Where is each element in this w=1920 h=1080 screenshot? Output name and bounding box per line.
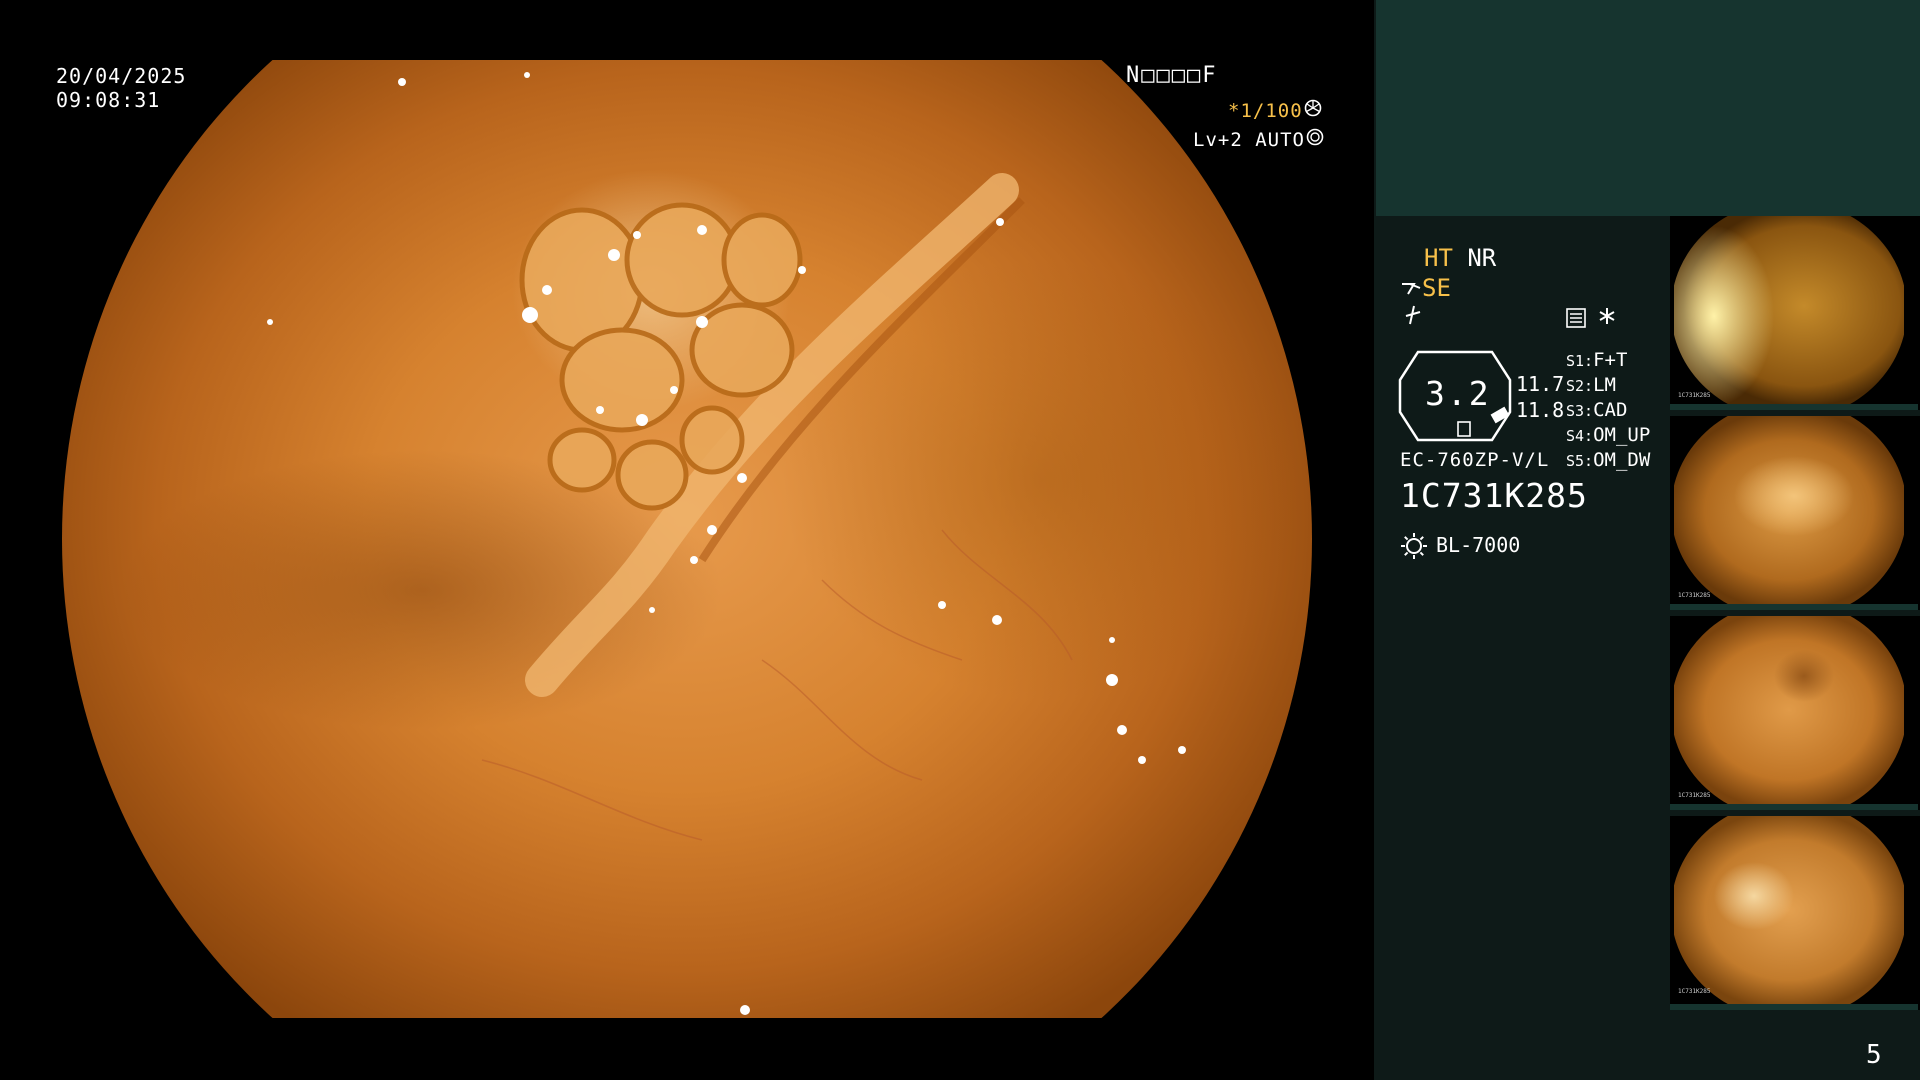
thumbnail-bar (1670, 804, 1918, 810)
gauge-number-1: 11.7 (1516, 372, 1565, 396)
gauge-value: 3.2 (1425, 374, 1491, 413)
setting-value: F+T (1593, 349, 1628, 371)
patient-code: N□□□□F (1126, 63, 1218, 88)
page-number: 5 (1866, 1040, 1882, 1070)
time-text: 09:08:31 (56, 88, 161, 112)
setting-value: OM_DW (1593, 449, 1651, 471)
star-icon (1598, 306, 1616, 331)
info-header-box (1376, 0, 1920, 216)
thumbnail-code: 1C731K285 (1678, 792, 1711, 799)
light-source-label: BL-7000 (1436, 533, 1521, 557)
gauge-number-2: 11.8 (1516, 398, 1565, 422)
thumbnail-image (1674, 216, 1904, 404)
capture-thumbnail-1[interactable]: 1C731K285 (1670, 216, 1920, 410)
cut-icon (1402, 283, 1421, 295)
setting-s1: S1:F+T (1566, 349, 1627, 371)
se-label: SE (1422, 274, 1451, 302)
thumbnail-image (1674, 816, 1904, 1004)
thumbnail-bar (1670, 404, 1918, 410)
thumbnail-bar (1670, 604, 1918, 610)
zoom-readout: *1/100 (1228, 99, 1323, 123)
serial-number: 1C731K285 (1400, 476, 1588, 515)
capture-thumbnail-3[interactable]: 1C731K285 (1670, 616, 1920, 810)
capture-thumbnail-2[interactable]: 1C731K285 (1670, 416, 1920, 610)
ht-label: HT (1424, 244, 1453, 272)
ht-nr-line: HT NR (1424, 244, 1496, 272)
endoscope-main-view: 20/04/2025 09:08:31 N□□□□F *1/100 Lv+2 A… (0, 0, 1374, 1080)
capture-thumbnail-4[interactable]: 1C731K285 (1670, 816, 1920, 1010)
nr-label: NR (1467, 244, 1497, 272)
setting-key: S3: (1566, 402, 1594, 420)
thumbnail-code: 1C731K285 (1678, 592, 1711, 599)
setting-key: S2: (1566, 377, 1594, 395)
zoom-text: *1/100 (1228, 100, 1303, 122)
setting-key: S1: (1566, 352, 1594, 370)
setting-value: CAD (1593, 399, 1628, 421)
shutter-icon (1304, 99, 1321, 117)
setting-key: S4: (1566, 427, 1594, 445)
setting-value: LM (1593, 374, 1616, 396)
setting-key: S5: (1566, 452, 1594, 470)
endoscopic-image-detail (267, 72, 1186, 1015)
thumbnail-code: 1C731K285 (1678, 988, 1711, 995)
bolt-icon (1405, 305, 1421, 325)
thumbnail-image (1674, 416, 1904, 604)
bolt-line (1402, 304, 1424, 332)
setting-s2: S2:LM (1566, 374, 1616, 396)
level-text: Lv+2 (1193, 129, 1243, 151)
mode-text: AUTO (1255, 129, 1305, 151)
setting-s4: S4:OM_UP (1566, 424, 1650, 446)
memory-icon (1566, 308, 1586, 333)
thumbnail-bar (1670, 1004, 1918, 1010)
date-text: 20/04/2025 (56, 64, 187, 88)
thumbnail-code: 1C731K285 (1678, 392, 1711, 399)
datetime-readout: 20/04/2025 09:08:31 (56, 64, 186, 112)
setting-s5: S5:OM_DW (1566, 449, 1650, 471)
setting-s3: S3:CAD (1566, 399, 1627, 421)
endoscopic-image (62, 60, 1312, 1018)
thumbnail-image (1674, 616, 1904, 804)
se-line: SE (1400, 274, 1451, 302)
scope-model: EC-760ZP-V/L (1400, 449, 1550, 471)
level-readout: Lv+2 AUTO (1193, 128, 1325, 152)
setting-value: OM_UP (1593, 424, 1651, 446)
light-icon (1401, 533, 1427, 559)
iris-icon (1306, 128, 1324, 146)
